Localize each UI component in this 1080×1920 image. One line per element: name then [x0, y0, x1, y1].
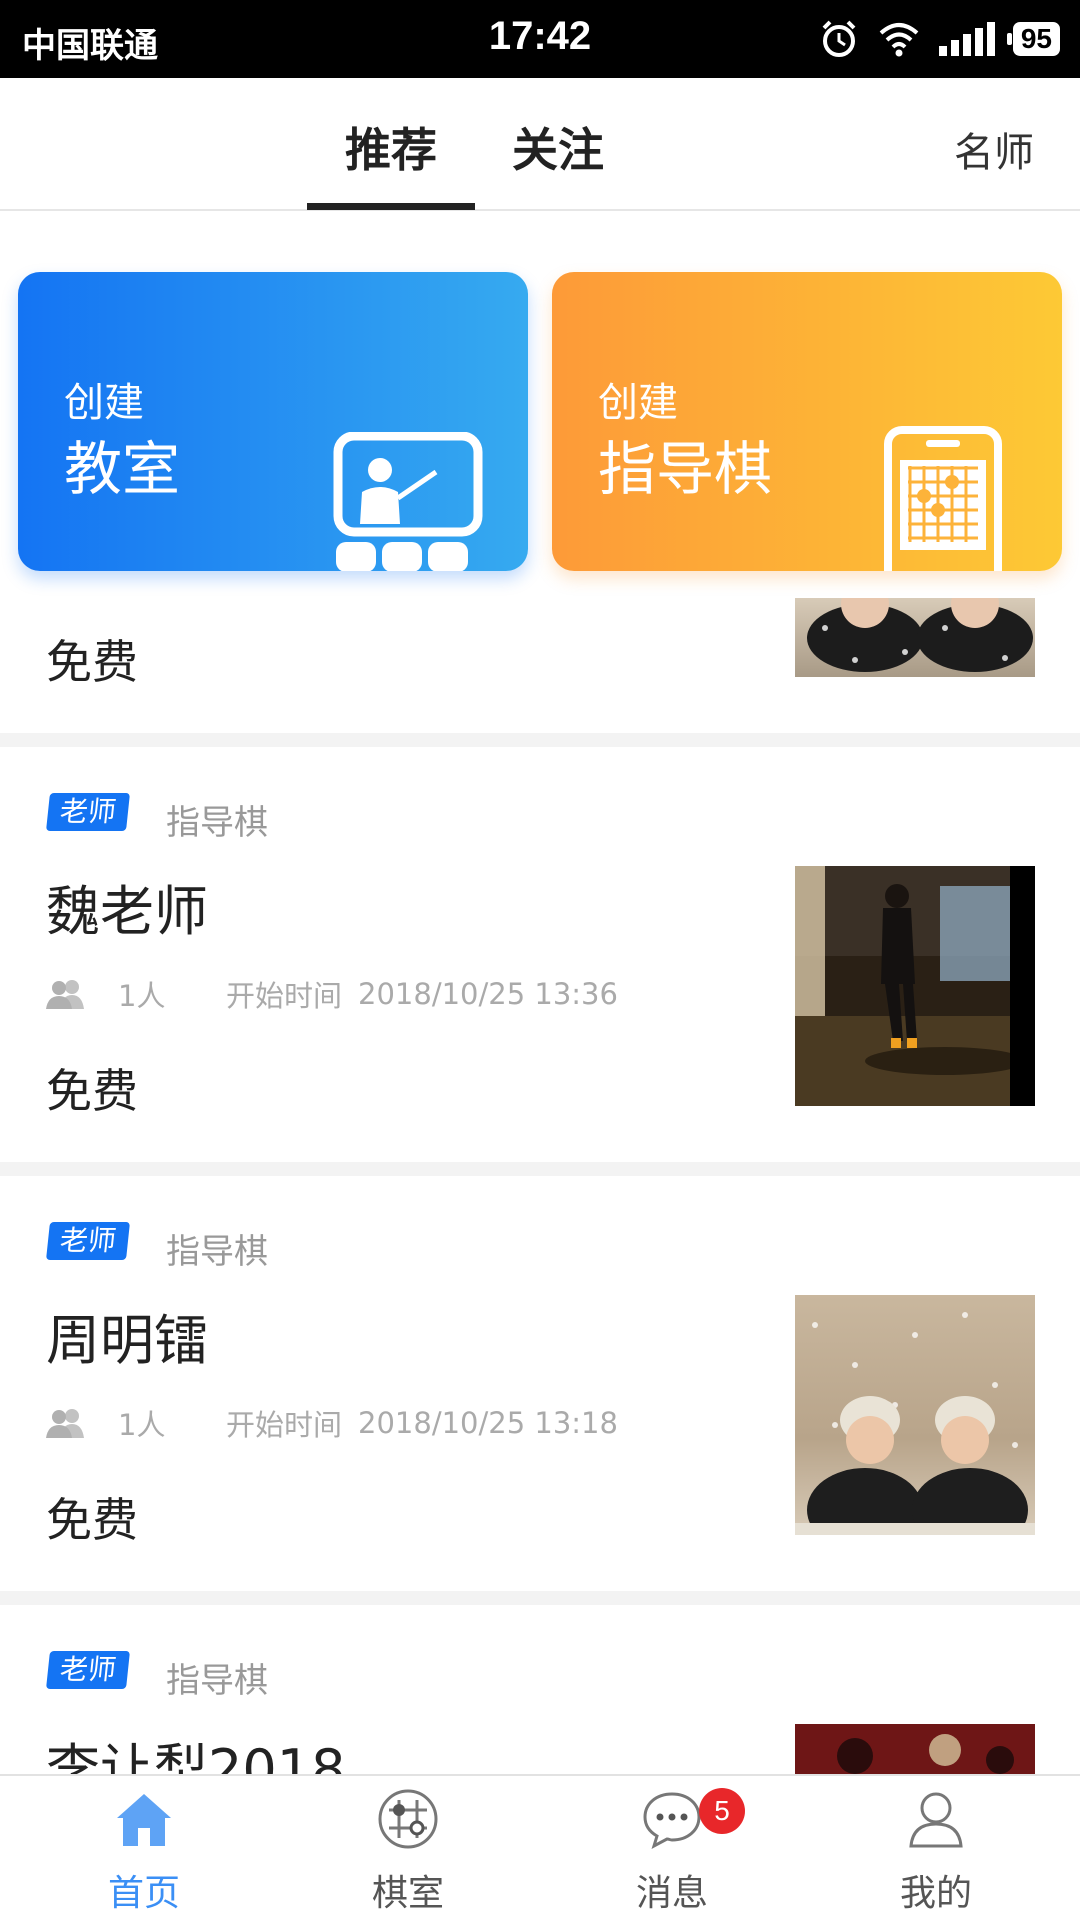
phone-board-icon	[884, 426, 1002, 571]
message-icon	[643, 1792, 701, 1850]
active-tab-indicator	[307, 203, 475, 210]
price-label: 免费	[46, 635, 138, 689]
nav-chess-room[interactable]: 棋室	[273, 1776, 543, 1920]
create-guide-game-card[interactable]: 创建 指导棋	[552, 272, 1062, 571]
session-meta: 1人 开始时间 2018/10/25 13:36	[44, 973, 618, 1015]
alarm-icon	[822, 20, 856, 57]
bottom-nav: 首页 棋室 5 消息 我的	[0, 1774, 1080, 1920]
price-label: 免费	[46, 1064, 138, 1118]
nav-profile[interactable]: 我的	[801, 1776, 1071, 1920]
nav-label: 我的	[899, 1873, 972, 1914]
status-icons: 95	[819, 16, 1060, 62]
create-classroom-card[interactable]: 创建 教室	[18, 272, 528, 571]
start-time-label: 开始时间	[226, 1408, 343, 1442]
battery-icon: 95	[1006, 22, 1060, 56]
famous-teachers-link[interactable]: 名师	[954, 120, 1034, 178]
tab-recommend[interactable]: 推荐	[345, 114, 437, 180]
session-meta: 1人 开始时间 2018/10/25 13:18	[44, 1402, 618, 1444]
tab-follow[interactable]: 关注	[512, 114, 604, 180]
wifi-icon	[879, 23, 919, 57]
status-bar: 中国联通 17:42 95	[0, 0, 1080, 78]
top-tab-bar: 推荐 关注 名师	[0, 78, 1080, 211]
nav-home[interactable]: 首页	[9, 1776, 279, 1920]
card-big-label: 教室	[64, 435, 181, 503]
card-small-label: 创建	[598, 380, 678, 426]
thumbnail-image	[795, 1724, 1035, 1774]
teacher-badge: 老师	[46, 1651, 131, 1689]
nav-label: 消息	[635, 1873, 708, 1914]
nav-label: 棋室	[371, 1873, 444, 1914]
price-label: 免费	[46, 1493, 138, 1547]
teacher-badge: 老师	[46, 1222, 131, 1260]
list-separator	[0, 1162, 1080, 1176]
category-label: 指导棋	[166, 803, 268, 843]
list-item[interactable]: 老师 指导棋 李让梨2018	[0, 1605, 1080, 1774]
thumbnail-image	[795, 866, 1035, 1106]
nav-messages[interactable]: 5 消息	[537, 1776, 807, 1920]
profile-icon	[909, 1792, 963, 1848]
list-item[interactable]: 老师 指导棋 魏老师 1人 开始时间 2018/10/25 13:36 免费	[0, 747, 1080, 1162]
go-board-icon	[378, 1789, 438, 1849]
teacher-name: 李让梨2018	[46, 1738, 346, 1774]
people-icon	[46, 1409, 84, 1438]
start-time-label: 开始时间	[226, 979, 343, 1013]
list-separator	[0, 733, 1080, 747]
list-item[interactable]: 老师 指导棋 周明镭 1人 开始时间 2018/10/25 13:18 免费	[0, 1176, 1080, 1591]
teacher-name: 魏老师	[46, 880, 208, 943]
thumbnail-image	[795, 598, 1035, 677]
unread-count-badge: 5	[699, 1788, 745, 1834]
nav-label: 首页	[107, 1873, 180, 1914]
thumbnail-image	[795, 1295, 1035, 1535]
participant-count: 1人	[118, 979, 166, 1013]
signal-icon	[938, 22, 995, 56]
participant-count: 1人	[118, 1408, 166, 1442]
people-icon	[46, 980, 84, 1009]
teacher-name: 周明镭	[46, 1309, 208, 1372]
category-label: 指导棋	[166, 1232, 268, 1272]
card-big-label: 指导棋	[598, 435, 773, 503]
teacher-badge: 老师	[46, 793, 131, 831]
create-cards-area: 创建 教室 创建 指导棋	[0, 213, 1080, 598]
list-separator	[0, 1591, 1080, 1605]
card-small-label: 创建	[64, 380, 144, 426]
category-label: 指导棋	[166, 1661, 268, 1701]
start-time-value: 2018/10/25 13:18	[358, 1406, 618, 1440]
classroom-icon	[333, 432, 483, 571]
start-time-value: 2018/10/25 13:36	[358, 977, 618, 1011]
home-icon	[117, 1794, 171, 1846]
list-item[interactable]: 免费	[0, 598, 1080, 733]
